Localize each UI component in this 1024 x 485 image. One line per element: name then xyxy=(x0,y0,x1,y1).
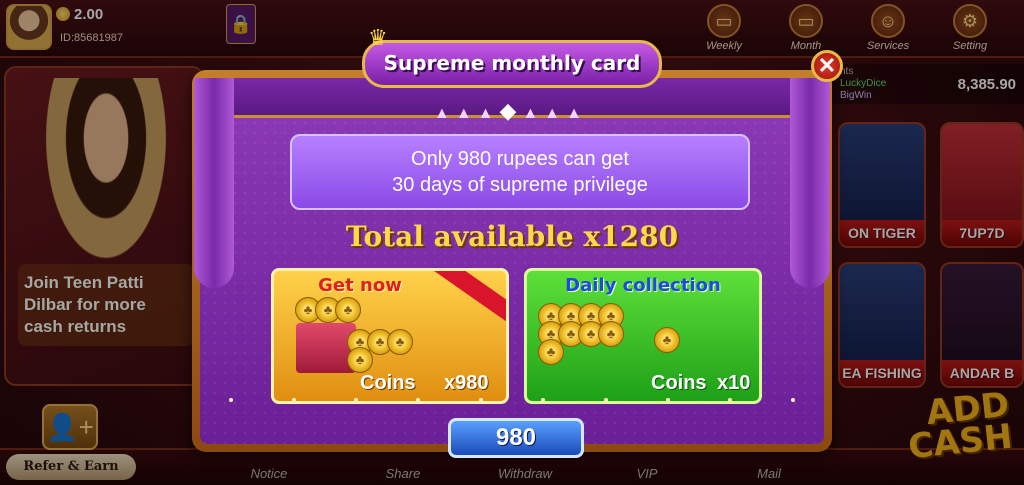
dialog-body: ▲▲▲◆▲▲▲ Only 980 rupees can get 30 days … xyxy=(194,78,830,444)
total-available: Total available x1280 xyxy=(345,220,679,253)
dialog-frame: ▲▲▲◆▲▲▲ Only 980 rupees can get 30 days … xyxy=(192,70,832,452)
info-box: Only 980 rupees can get 30 days of supre… xyxy=(290,134,750,210)
curtain-left xyxy=(194,78,234,288)
get-now-coins-label: Coins xyxy=(360,372,416,394)
crown-icon: ♛ xyxy=(368,25,388,50)
get-now-coins-value: x980 xyxy=(444,372,489,394)
gift-box-icon xyxy=(296,323,356,373)
daily-collection-title: Daily collection xyxy=(565,275,721,296)
get-now-title: Get now xyxy=(318,275,402,296)
diamond-row-icon: ▲▲▲◆▲▲▲ xyxy=(434,98,588,123)
coin-stack-icon: ♣ ♣ ♣ ♣ xyxy=(347,329,413,373)
info-line-1: Only 980 rupees can get xyxy=(411,148,629,170)
curtain-right xyxy=(790,78,830,288)
daily-collection-card[interactable]: Daily collection ♣ ♣ ♣ ♣ ♣ ♣ ♣ ♣ ♣ ♣ Coins x10 xyxy=(524,268,762,404)
supreme-monthly-card-dialog: ▲▲▲◆▲▲▲ Only 980 rupees can get 30 days … xyxy=(192,27,843,458)
dialog-title: Supreme monthly card xyxy=(362,40,662,88)
single-coin-icon: ♣ xyxy=(654,327,680,353)
coin-pile-icon: ♣ ♣ ♣ xyxy=(295,297,388,323)
buy-price-button[interactable]: 980 xyxy=(448,418,584,458)
close-button[interactable]: ✕ xyxy=(811,50,843,82)
info-line-2: 30 days of supreme privilege xyxy=(392,174,648,196)
marquee-dots xyxy=(200,398,824,402)
daily-coins-label: Coins xyxy=(651,372,707,394)
get-now-card[interactable]: Get now ♣ ♣ ♣ ♣ ♣ ♣ ♣ Coins x980 xyxy=(271,268,509,404)
coin-pile-icon: ♣ ♣ ♣ ♣ ♣ ♣ ♣ ♣ ♣ xyxy=(538,303,624,365)
daily-coins-value: x10 xyxy=(717,372,751,394)
